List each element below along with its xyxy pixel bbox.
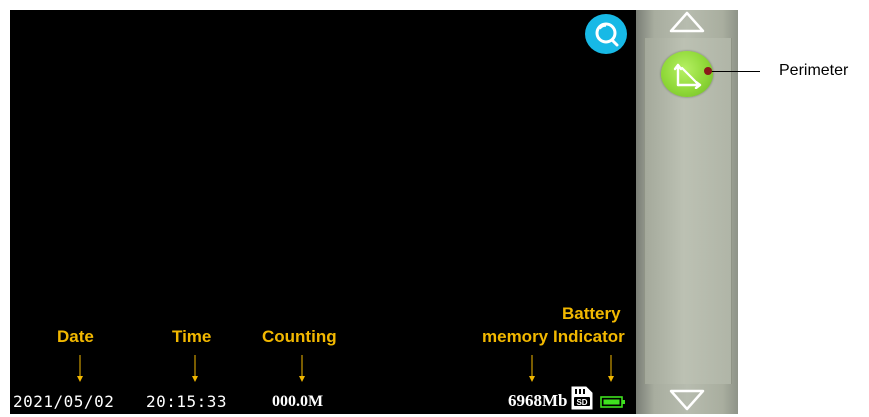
perimeter-callout-line [708,71,760,72]
battery-annotation-line2: Indicator [553,327,625,346]
device-screen: Date Time Counting memory Battery Indica… [0,0,738,414]
memory-annotation: memory [482,327,549,346]
perimeter-icon [673,63,702,89]
camera-display [10,10,636,414]
time-arrow-icon [192,355,198,382]
triangle-down-icon [669,389,705,411]
scroll-down-button[interactable] [668,388,706,412]
date-readout: 2021/05/02 [13,392,115,411]
scroll-up-button[interactable] [668,10,706,34]
counting-readout: 000.0M [272,393,324,410]
search-button[interactable] [585,14,627,54]
svg-text:SD: SD [576,398,587,407]
counting-annotation: Counting [262,327,337,346]
memory-arrow-icon [529,355,535,382]
triangle-up-icon [669,11,705,33]
date-annotation: Date [57,327,94,346]
battery-annotation-line1: Battery [562,304,621,323]
memory-readout: 6968Mb [508,391,568,410]
battery-icon [600,396,625,408]
time-readout: 20:15:33 [146,392,228,411]
sd-card-icon: SD [571,386,593,410]
time-annotation: Time [172,327,212,346]
battery-arrow-icon [608,355,614,382]
perimeter-callout-dot [704,67,712,75]
perimeter-annotation: Perimeter [779,62,849,79]
date-arrow-icon [77,355,83,382]
search-icon [595,22,619,47]
counting-arrow-icon [299,355,305,382]
